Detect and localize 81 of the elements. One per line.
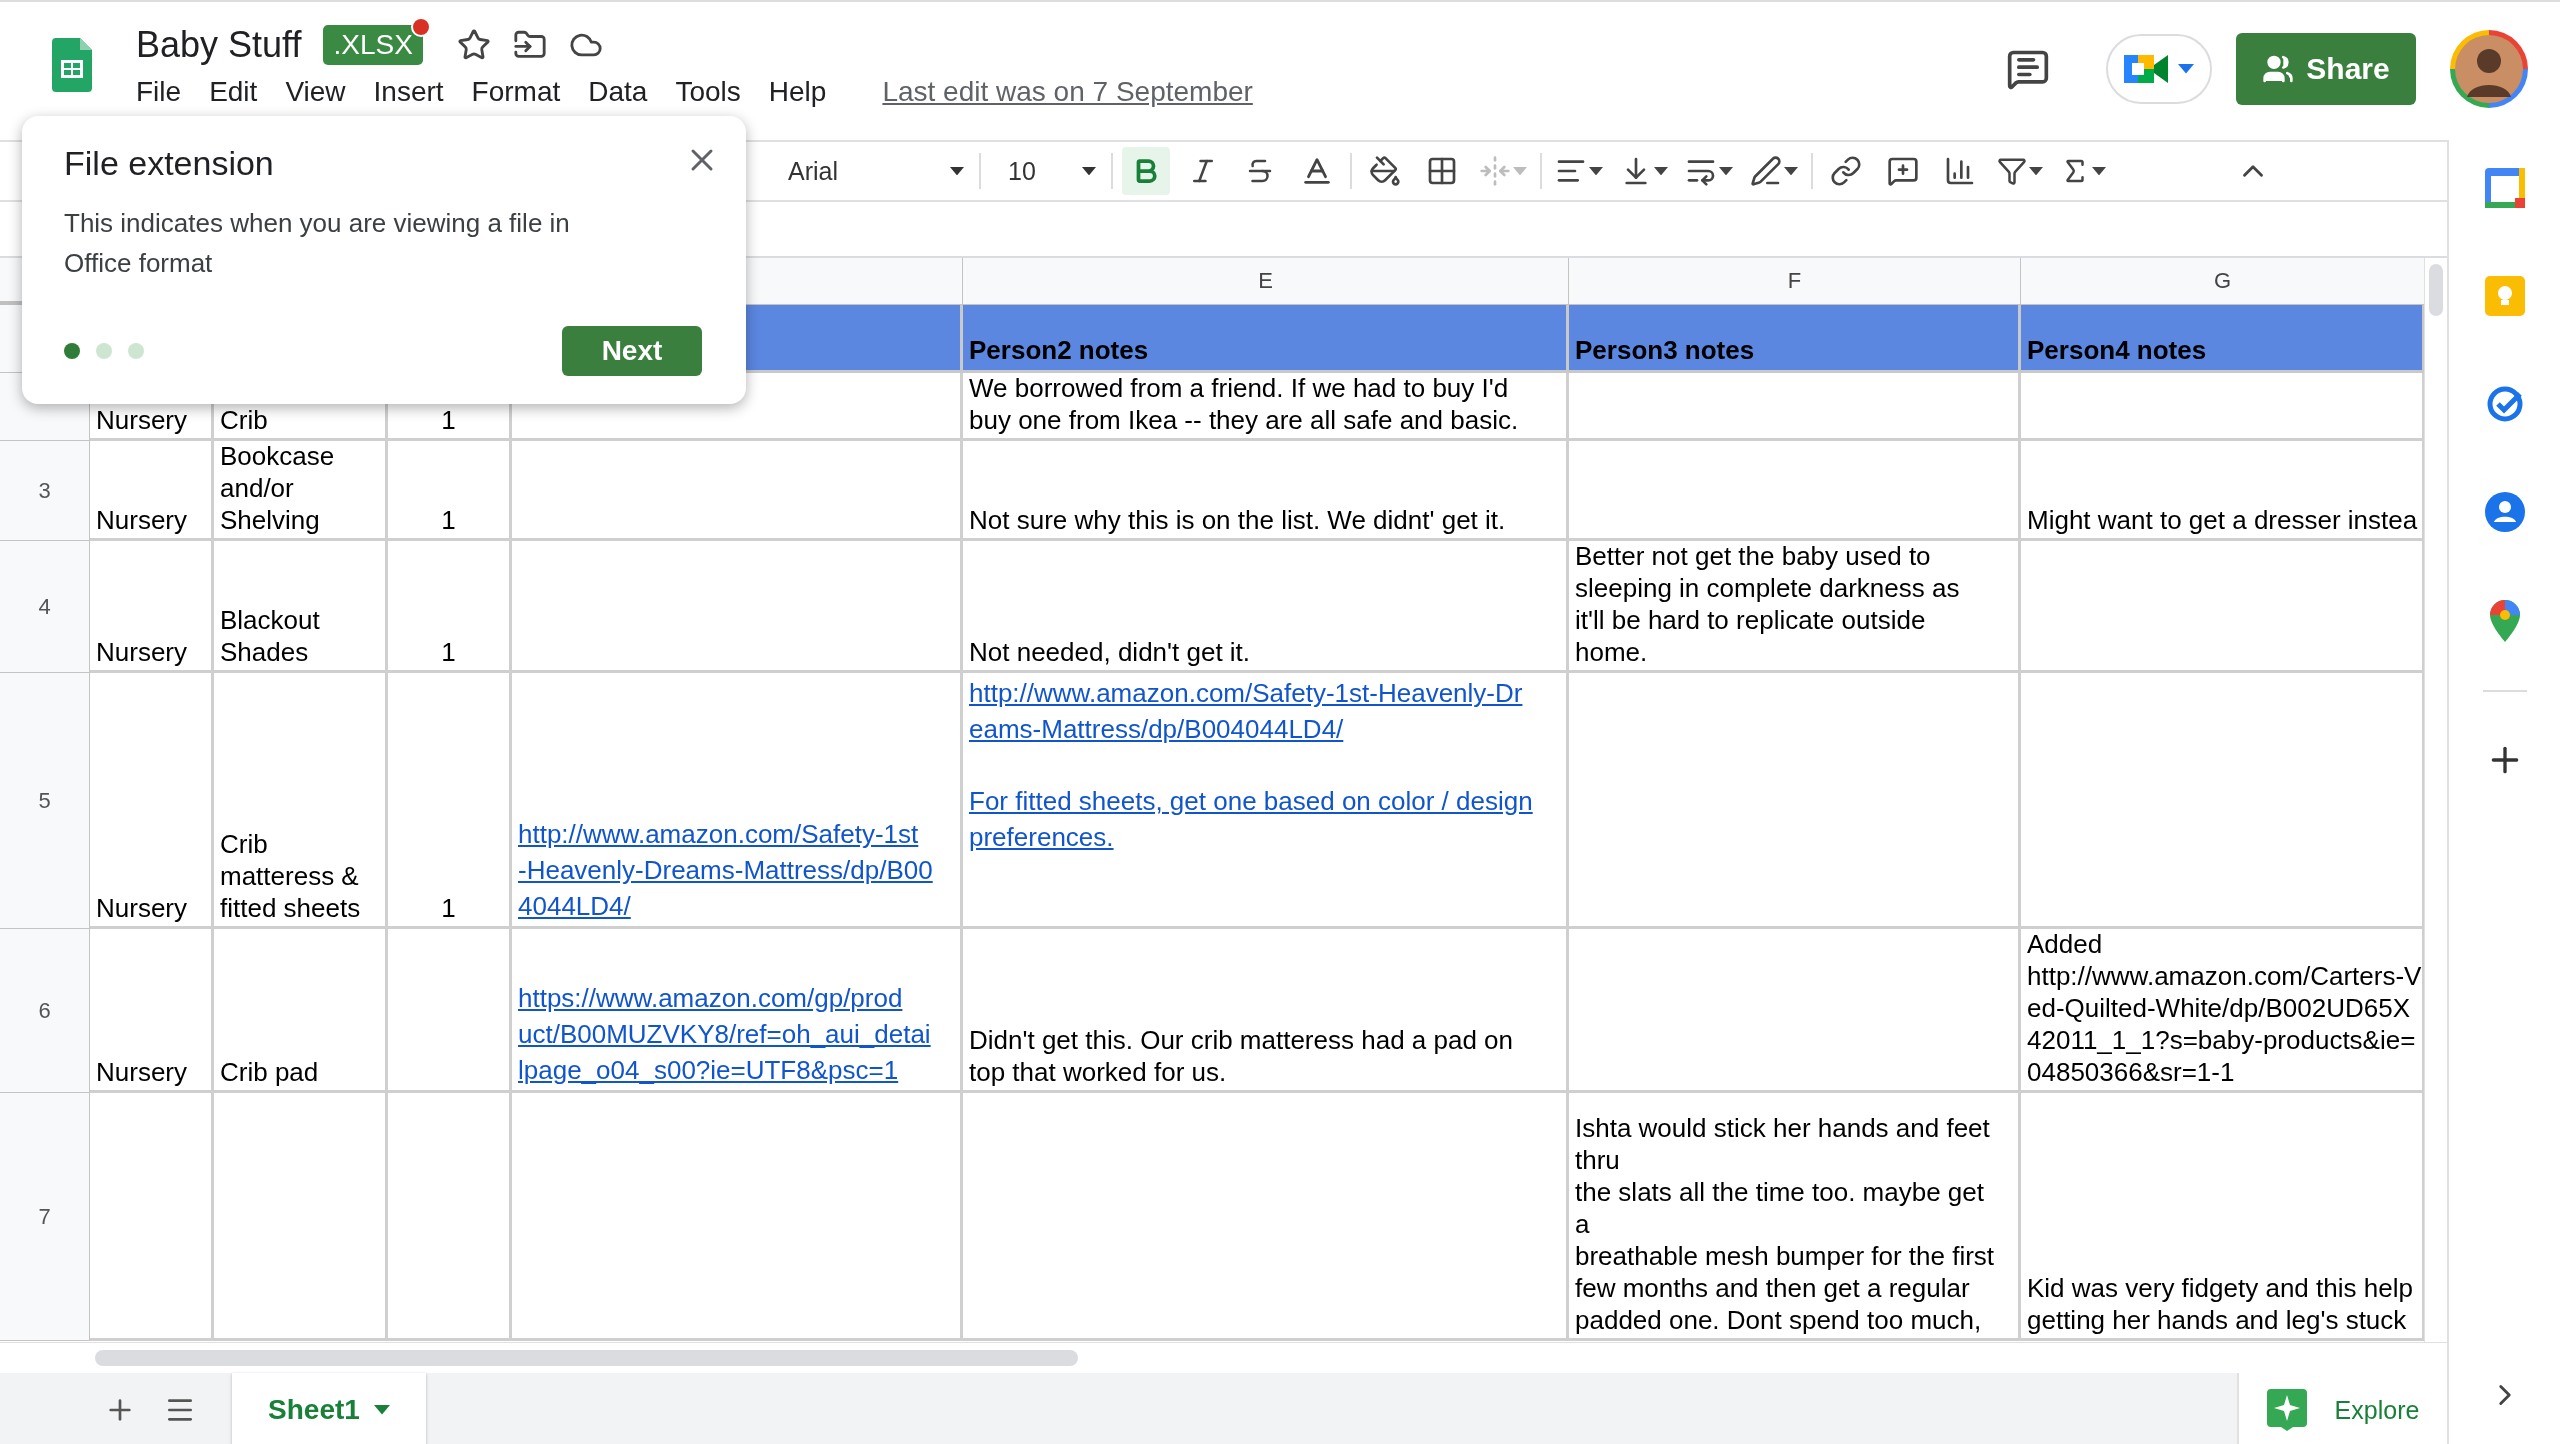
table-cell: 1: [388, 673, 512, 929]
table-cell: Bookcase and/or Shelving: [214, 441, 388, 541]
menu-item[interactable]: File: [136, 76, 196, 108]
table-cell: 1: [388, 541, 512, 673]
caret-icon: [1654, 166, 1668, 176]
caret-icon: [1082, 166, 1096, 176]
row-header[interactable]: 7: [0, 1093, 90, 1341]
row-header[interactable]: 6: [0, 929, 90, 1093]
map-pin-icon[interactable]: [2489, 600, 2520, 642]
menu-item[interactable]: Format: [471, 76, 575, 108]
merge-icon: [1479, 155, 1511, 187]
add-comment-icon: [1887, 155, 1919, 187]
file-type-badge[interactable]: .XLSX: [323, 25, 423, 65]
link[interactable]: http://www.amazon.com/Safety-1st-Heavenly-Dr eams-Mattress/dp/B004044LD4/: [969, 675, 1523, 747]
table-cell: Better not get the baby used to sleeping in complete darkness as it'll be hard to replicate outside home.: [1569, 541, 2021, 673]
explore-icon: [2266, 1389, 2307, 1431]
table-cell: Nursery: [90, 541, 214, 673]
table-cell: Nursery: [90, 673, 214, 929]
bold-button[interactable]: [1122, 147, 1170, 195]
explore-button[interactable]: Explore: [2237, 1373, 2447, 1444]
meet-button[interactable]: [2106, 34, 2212, 104]
contact-icon[interactable]: [2484, 492, 2525, 532]
filter-icon: [1997, 156, 2027, 186]
table-cell: Crib pad: [214, 929, 388, 1093]
row-header[interactable]: 5: [0, 673, 90, 929]
borders-icon: [1426, 155, 1458, 187]
popup-title: File extension: [64, 144, 274, 183]
font-size-dropdown[interactable]: 10: [990, 147, 1102, 195]
row-header[interactable]: 3: [0, 441, 90, 541]
sheet-tab[interactable]: Sheet1: [232, 1373, 426, 1444]
share-button[interactable]: Share: [2236, 33, 2416, 105]
caret-icon: [373, 1405, 390, 1415]
table-cell: Ishta would stick her hands and feet thru the slats all the time too. maybe get a breathable mesh bumper for the first few months and then get a regular padded one. Dont spend too much,: [1569, 1093, 2021, 1341]
font-dropdown[interactable]: Arial: [770, 147, 970, 195]
table-cell: 1: [388, 441, 512, 541]
table-cell: Blackout Shades: [214, 541, 388, 673]
caret-icon: [2092, 166, 2106, 176]
caret-icon: [2178, 64, 2194, 74]
star-icon[interactable]: [456, 28, 491, 62]
document-title[interactable]: Baby Stuff: [136, 24, 302, 66]
menu-item[interactable]: View: [285, 76, 360, 108]
caret-icon: [1589, 166, 1603, 176]
caret-icon: [1784, 166, 1798, 176]
table-cell: We borrowed from a friend. If we had to buy I'd buy one from Ikea -- they are all safe and basic.: [963, 373, 1569, 441]
link[interactable]: http://www.amazon.com/Safety-1st -Heavenly-Dreams-Mattress/dp/B00 4044LD4/: [518, 816, 933, 924]
next-button[interactable]: Next: [562, 326, 702, 376]
column-header[interactable]: E: [963, 258, 1569, 305]
header-cell: Person2 notes: [963, 305, 1569, 373]
bar-chart-icon: [1944, 155, 1976, 187]
caret-icon: [950, 166, 964, 176]
header-cell: Person3 notes: [1569, 305, 2021, 373]
menu-item[interactable]: Edit: [209, 76, 272, 108]
link-icon: [1830, 155, 1862, 187]
table-cell: Nursery: [90, 441, 214, 541]
header-cell: Person4 notes: [2021, 305, 2424, 373]
popup-text: This indicates when you are viewing a file in Office format: [64, 207, 571, 280]
caret-icon: [1513, 166, 1527, 176]
link[interactable]: For fitted sheets, get one based on color / design preferences.: [969, 783, 1533, 855]
table-cell: Nursery: [90, 929, 214, 1093]
people-icon: [2262, 53, 2295, 85]
menu-item[interactable]: Help: [768, 76, 841, 108]
column-header[interactable]: G: [2021, 258, 2424, 305]
pen-icon: [1750, 155, 1782, 187]
person-silhouette-icon: [2455, 35, 2523, 103]
table-cell: Crib matteress & fitted sheets: [214, 673, 388, 929]
column-header[interactable]: F: [1569, 258, 2021, 305]
last-edit-link[interactable]: Last edit was on 7 September: [882, 76, 1253, 108]
table-cell: Not sure why this is on the list. We didnt' get it.: [963, 441, 1569, 541]
menu-item[interactable]: Data: [588, 76, 662, 108]
calendar-icon[interactable]: [2484, 168, 2525, 208]
caret-icon: [2029, 166, 2043, 176]
row-header[interactable]: 4: [0, 541, 90, 673]
table-cell: Not needed, didn't get it.: [963, 541, 1569, 673]
link[interactable]: https://www.amazon.com/gp/prod uct/B00MUZVKY8/ref=oh_aui_detai lpage_o04_s00?ie=UTF8&psc=1: [518, 980, 931, 1088]
table-cell: Didn't get this. Our crib matteress had a pad on top that worked for us.: [963, 929, 1569, 1093]
sheets-logo: [52, 38, 92, 92]
horizontal-scrollbar[interactable]: [95, 1350, 1078, 1366]
menu-item[interactable]: Insert: [373, 76, 458, 108]
caret-icon: [1719, 166, 1733, 176]
menu-item[interactable]: Tools: [675, 76, 755, 108]
paint-bucket-icon: [1369, 155, 1401, 187]
